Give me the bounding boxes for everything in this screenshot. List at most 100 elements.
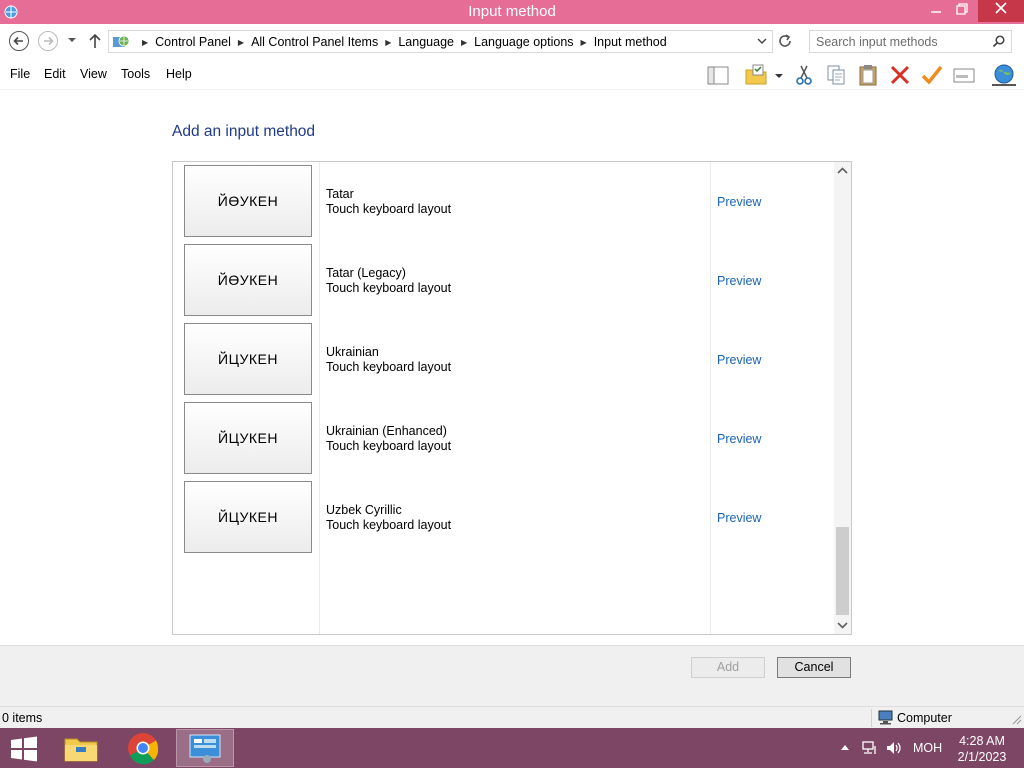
title-bar: Input method — [0, 0, 1024, 24]
cancel-button[interactable]: Cancel — [777, 657, 851, 678]
input-method-description: Touch keyboard layout — [326, 360, 452, 374]
minimize-button[interactable] — [922, 0, 950, 22]
volume-icon[interactable] — [885, 740, 903, 756]
globe-icon[interactable] — [990, 63, 1018, 87]
breadcrumb-language-options[interactable]: Language options — [474, 35, 573, 49]
taskbar-chrome[interactable] — [114, 729, 172, 767]
breadcrumb-language[interactable]: Language — [398, 35, 454, 49]
menu-tools[interactable]: Tools — [121, 67, 150, 81]
page-title: Add an input method — [172, 123, 316, 140]
menu-edit[interactable]: Edit — [44, 67, 66, 81]
status-bar: 0 items Computer — [0, 706, 1024, 728]
chevron-down-icon[interactable] — [756, 35, 768, 47]
scroll-down-icon[interactable] — [834, 616, 851, 634]
forward-button[interactable] — [38, 31, 58, 51]
status-divider — [871, 709, 872, 727]
add-button[interactable]: Add — [691, 657, 765, 678]
preview-link[interactable]: Preview — [717, 195, 761, 209]
network-icon[interactable] — [861, 740, 879, 756]
restore-icon — [956, 3, 968, 15]
list-item[interactable]: ЙӨУКЕН Tatar (Legacy) Touch keyboard lay… — [173, 241, 835, 320]
arrow-right-icon — [44, 36, 54, 46]
folder-options-icon[interactable] — [744, 63, 768, 87]
chrome-icon — [128, 733, 159, 765]
search-box[interactable] — [809, 30, 1012, 53]
breadcrumb-control-panel[interactable]: Control Panel — [155, 35, 231, 49]
input-method-name: Tatar — [326, 187, 354, 201]
breadcrumb: ▶ Control Panel ▶ All Control Panel Items ▶ L… — [135, 35, 667, 49]
breadcrumb-all-items[interactable]: All Control Panel Items — [251, 35, 378, 49]
scrollbar-thumb[interactable] — [836, 527, 849, 615]
clock[interactable]: 4:28 AM 2/1/2023 — [952, 733, 1012, 765]
search-input[interactable] — [810, 31, 990, 52]
list-item[interactable]: ЙЦУКЕН Uzbek Cyrillic Touch keyboard lay… — [173, 478, 835, 557]
zone-label: Computer — [897, 711, 952, 725]
taskbar-control-panel[interactable] — [176, 729, 234, 767]
preview-link[interactable]: Preview — [717, 432, 761, 446]
preview-link[interactable]: Preview — [717, 274, 761, 288]
chevron-right-icon[interactable]: ▶ — [385, 38, 391, 47]
copy-icon[interactable] — [824, 63, 848, 87]
properties-icon[interactable] — [952, 63, 976, 87]
breadcrumb-input-method[interactable]: Input method — [594, 35, 667, 49]
address-bar[interactable]: ▶ Control Panel ▶ All Control Panel Items ▶ L… — [108, 30, 773, 53]
keyboard-preview-tile[interactable]: ЙӨУКЕН — [184, 244, 312, 316]
list-item[interactable]: ЙӨУКЕН Tatar Touch keyboard layout Previ… — [173, 162, 835, 241]
close-icon — [995, 2, 1007, 14]
dialog-button-bar: Add Cancel — [0, 645, 1024, 706]
list-item[interactable]: ЙЦУКЕН Ukrainian Touch keyboard layout P… — [173, 320, 835, 399]
preview-link[interactable]: Preview — [717, 511, 761, 525]
menu-view[interactable]: View — [80, 67, 107, 81]
scroll-up-icon[interactable] — [834, 162, 851, 180]
input-language-indicator[interactable]: МОН — [913, 741, 942, 755]
search-icon[interactable] — [992, 35, 1005, 48]
chevron-right-icon[interactable]: ▶ — [581, 38, 587, 47]
input-method-list[interactable]: ЙӨУКЕН Tatar Touch keyboard layout Previ… — [172, 161, 852, 635]
input-method-description: Touch keyboard layout — [326, 281, 452, 295]
keyboard-preview-tile[interactable]: ЙЦУКЕН — [184, 402, 312, 474]
chevron-down-icon[interactable] — [772, 63, 786, 87]
cut-icon[interactable] — [792, 63, 816, 87]
close-button[interactable] — [978, 0, 1024, 22]
delete-icon[interactable] — [888, 63, 912, 87]
preview-link[interactable]: Preview — [717, 353, 761, 367]
item-count: 0 items — [2, 711, 43, 725]
input-method-description: Touch keyboard layout — [326, 518, 452, 532]
taskbar: МОН 4:28 AM 2/1/2023 — [0, 728, 1024, 768]
show-hidden-icons-icon[interactable] — [840, 743, 850, 751]
taskbar-file-explorer[interactable] — [52, 729, 110, 767]
chevron-right-icon[interactable]: ▶ — [238, 38, 244, 47]
list-item[interactable]: ЙЦУКЕН Ukrainian (Enhanced) Touch keyboa… — [173, 399, 835, 478]
input-method-description: Touch keyboard layout — [326, 202, 452, 216]
control-panel-icon — [189, 734, 221, 763]
clock-date: 2/1/2023 — [957, 750, 1007, 764]
keyboard-preview-tile[interactable]: ЙЦУКЕН — [184, 481, 312, 553]
up-arrow-icon[interactable] — [88, 33, 102, 49]
chevron-right-icon[interactable]: ▶ — [142, 38, 148, 47]
restore-button[interactable] — [948, 0, 976, 22]
input-method-description: Touch keyboard layout — [326, 439, 452, 453]
arrow-left-icon — [13, 36, 23, 46]
resize-grip-icon[interactable] — [1012, 715, 1022, 725]
layout-pane-icon[interactable] — [706, 63, 730, 87]
paste-icon[interactable] — [856, 63, 880, 87]
menu-file[interactable]: File — [10, 67, 30, 81]
recent-locations-dropdown[interactable] — [66, 34, 78, 46]
main-content: Add an input method ЙӨУКЕН Tatar Touch k… — [0, 90, 1024, 645]
keyboard-preview-tile[interactable]: ЙЦУКЕН — [184, 323, 312, 395]
back-button[interactable] — [9, 31, 29, 51]
menu-help[interactable]: Help — [166, 67, 192, 81]
checkmark-icon[interactable] — [920, 63, 944, 87]
vertical-scrollbar[interactable] — [834, 162, 851, 634]
chevron-right-icon[interactable]: ▶ — [461, 38, 467, 47]
file-explorer-icon — [64, 738, 98, 762]
menu-bar: File Edit View Tools Help — [0, 58, 1024, 90]
keyboard-preview-tile[interactable]: ЙӨУКЕН — [184, 165, 312, 237]
refresh-icon[interactable] — [776, 32, 794, 50]
windows-start-icon[interactable] — [10, 736, 38, 762]
computer-icon — [878, 710, 893, 725]
clock-time: 4:28 AM — [959, 734, 1005, 748]
input-method-name: Ukrainian (Enhanced) — [326, 424, 447, 438]
control-panel-icon — [113, 35, 130, 47]
input-method-name: Tatar (Legacy) — [326, 266, 406, 280]
